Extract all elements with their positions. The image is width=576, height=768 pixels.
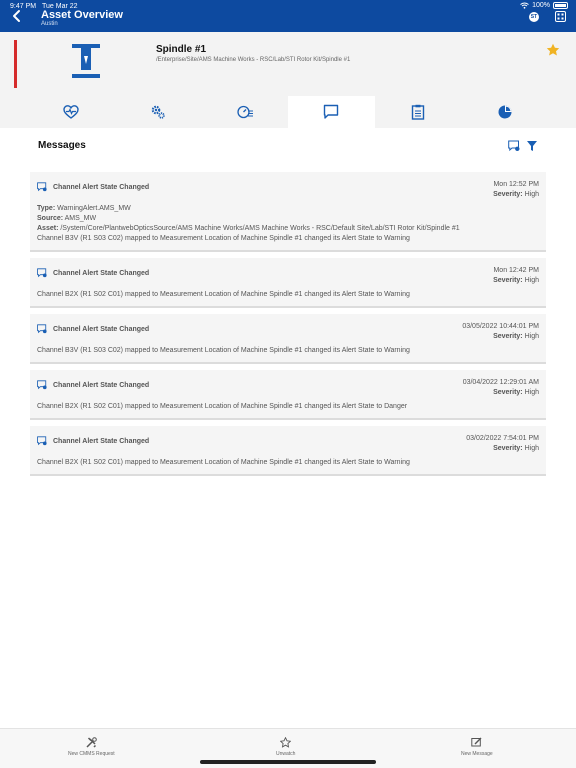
tab-health[interactable] — [28, 96, 115, 128]
source-label: Source: — [37, 215, 64, 222]
messages-icon — [324, 104, 339, 119]
new-message-label: New Message — [461, 751, 493, 757]
type-label: Type: — [37, 205, 56, 212]
message-title: Channel Alert State Changed — [53, 437, 150, 445]
spindle-icon — [72, 44, 100, 78]
message-text: Channel B2X (R1 S02 C01) mapped to Measu… — [37, 459, 410, 466]
severity-value: High — [524, 389, 539, 396]
message-type: WarningAlert.AMS_MW — [57, 205, 131, 212]
message-card[interactable]: Channel Alert State Changed Mon 12:52 PM… — [30, 172, 546, 252]
severity-value: High — [524, 191, 539, 198]
message-text: Channel B2X (R1 S02 C01) mapped to Measu… — [37, 403, 408, 410]
message-card[interactable]: Channel Alert State Changed 03/05/2022 1… — [30, 314, 546, 364]
message-alert-icon — [37, 380, 47, 390]
favorite-star-icon[interactable] — [546, 43, 560, 57]
message-alert-icon — [37, 436, 47, 446]
message-time: 03/05/2022 10:44:01 PM — [462, 323, 539, 330]
message-alert-icon — [37, 268, 47, 278]
compose-message-icon — [471, 737, 482, 747]
back-button[interactable] — [10, 9, 24, 23]
message-title: Channel Alert State Changed — [53, 381, 150, 389]
severity-value: High — [524, 445, 539, 452]
pie-chart-icon — [498, 105, 512, 119]
heart-pulse-icon — [63, 105, 80, 119]
message-text: Channel B3V (R1 S03 C02) mapped to Measu… — [37, 235, 410, 242]
tab-measurements[interactable] — [201, 96, 288, 128]
asset-tabs — [28, 96, 548, 128]
severity-value: High — [524, 333, 539, 340]
message-title: Channel Alert State Changed — [53, 269, 150, 277]
asset-status-bar — [14, 40, 17, 88]
message-list: Channel Alert State Changed Mon 12:52 PM… — [30, 172, 546, 482]
header-actions: ST — [529, 11, 566, 22]
message-card[interactable]: Channel Alert State Changed Mon 12:42 PM… — [30, 258, 546, 308]
severity-label: Severity: — [493, 333, 523, 340]
messages-tools — [508, 140, 538, 152]
home-indicator[interactable] — [200, 760, 376, 764]
tab-messages[interactable] — [288, 96, 375, 128]
message-source: AMS_MW — [64, 215, 97, 222]
asset-path: /Enterprise/Site/AMS Machine Works - RSC… — [156, 57, 351, 63]
message-time: Mon 12:52 PM — [493, 181, 539, 188]
severity-label: Severity: — [493, 389, 523, 396]
message-text: Channel B3V (R1 S03 C02) mapped to Measu… — [37, 347, 410, 354]
tools-icon — [86, 737, 97, 748]
grid-menu-icon[interactable] — [555, 11, 566, 22]
gears-icon — [151, 105, 165, 119]
message-title: Channel Alert State Changed — [53, 325, 150, 333]
filter-icon[interactable] — [526, 140, 538, 152]
message-text: Channel B2X (R1 S02 C01) mapped to Measu… — [37, 291, 410, 298]
message-alert-icon — [37, 182, 47, 192]
message-card[interactable]: Channel Alert State Changed 03/02/2022 7… — [30, 426, 546, 476]
message-asset: /System/Core/PlantwebOpticsSource/AMS Ma… — [60, 225, 460, 232]
star-outline-icon — [280, 737, 292, 748]
battery-percent: 100% — [532, 2, 550, 9]
new-cmms-request-button[interactable]: New CMMS Request — [68, 737, 115, 757]
status-indicators: 100% — [520, 2, 568, 9]
message-settings-icon[interactable] — [508, 140, 520, 152]
unwatch-button[interactable]: Unwatch — [276, 737, 295, 757]
page-subtitle: Austin — [41, 21, 58, 27]
message-card[interactable]: Channel Alert State Changed 03/04/2022 1… — [30, 370, 546, 420]
severity-label: Severity: — [493, 277, 523, 284]
page-title: Asset Overview — [41, 9, 123, 21]
messages-title: Messages — [38, 140, 86, 151]
severity-label: Severity: — [493, 191, 523, 198]
new-message-button[interactable]: New Message — [461, 737, 493, 757]
new-cmms-request-label: New CMMS Request — [68, 751, 115, 757]
severity-value: High — [524, 277, 539, 284]
gauge-list-icon — [237, 105, 253, 119]
message-alert-icon — [37, 324, 47, 334]
message-time: Mon 12:42 PM — [493, 267, 539, 274]
message-time: 03/04/2022 12:29:01 AM — [462, 379, 539, 386]
battery-icon — [553, 2, 568, 9]
wifi-icon — [520, 2, 529, 9]
asset-label: Asset: — [37, 225, 59, 232]
unwatch-label: Unwatch — [276, 751, 296, 757]
app-header: 9:47 PM Tue Mar 22 100% Asset Overview A… — [0, 0, 576, 32]
tab-notes[interactable] — [375, 96, 462, 128]
message-title: Channel Alert State Changed — [53, 183, 150, 191]
user-avatar[interactable]: ST — [529, 11, 539, 22]
severity-label: Severity: — [493, 445, 523, 452]
asset-name: Spindle #1 — [156, 44, 207, 55]
clipboard-icon — [411, 104, 425, 120]
asset-panel: Spindle #1 /Enterprise/Site/AMS Machine … — [0, 32, 576, 128]
tab-settings[interactable] — [115, 96, 202, 128]
tab-reports[interactable] — [461, 96, 548, 128]
message-time: 03/02/2022 7:54:01 PM — [466, 435, 539, 442]
